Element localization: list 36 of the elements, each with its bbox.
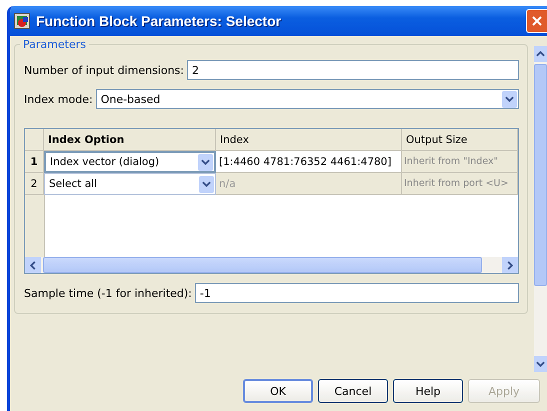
field-label: Sample time (-1 for inherited): xyxy=(24,286,192,300)
dropdown[interactable]: Select all xyxy=(44,173,216,195)
app-icon xyxy=(14,13,30,29)
input-field[interactable]: 2 xyxy=(187,60,519,80)
scroll-down-icon[interactable] xyxy=(534,356,547,372)
dropdown[interactable]: Index vector (dialog) xyxy=(44,151,216,173)
scroll-left-icon[interactable] xyxy=(25,257,41,273)
dialog-button[interactable]: OK xyxy=(243,379,313,403)
table-cell: Inherit from "Index" xyxy=(402,151,518,173)
chevron-icon xyxy=(199,176,214,192)
chevron-icon xyxy=(198,154,213,170)
vertical-scrollbar[interactable] xyxy=(534,46,547,372)
row-header-gutter xyxy=(25,195,45,257)
close-button[interactable] xyxy=(526,9,547,33)
chevron-icon xyxy=(502,90,517,108)
scroll-up-icon[interactable] xyxy=(534,46,547,62)
row-number[interactable]: 1 xyxy=(25,151,44,173)
table-cell: n/a xyxy=(216,173,402,195)
table-cell[interactable]: [1:4460 4781:76352 4461:4780] xyxy=(216,151,402,173)
column-header[interactable]: Index xyxy=(216,129,402,151)
group-title: Parameters xyxy=(20,38,89,51)
dialog-button[interactable]: Help xyxy=(393,379,463,403)
field-label: Index mode: xyxy=(24,92,93,106)
dropdown[interactable]: One-based xyxy=(96,89,519,109)
dialog-button[interactable]: Cancel xyxy=(318,379,388,403)
row-number[interactable]: 2 xyxy=(25,173,44,195)
column-header[interactable]: Index Option xyxy=(44,129,216,151)
close-icon xyxy=(532,16,542,26)
field-label: Number of input dimensions: xyxy=(24,64,184,76)
window-title: Function Block Parameters: Selector xyxy=(36,13,282,29)
header-corner xyxy=(25,129,44,151)
column-header[interactable]: Output Size xyxy=(402,129,518,151)
scroll-right-icon[interactable] xyxy=(502,257,518,273)
table-cell: Inherit from port <U> xyxy=(402,173,518,195)
input-field[interactable]: -1 xyxy=(194,283,519,303)
scroll-thumb[interactable] xyxy=(534,64,547,286)
